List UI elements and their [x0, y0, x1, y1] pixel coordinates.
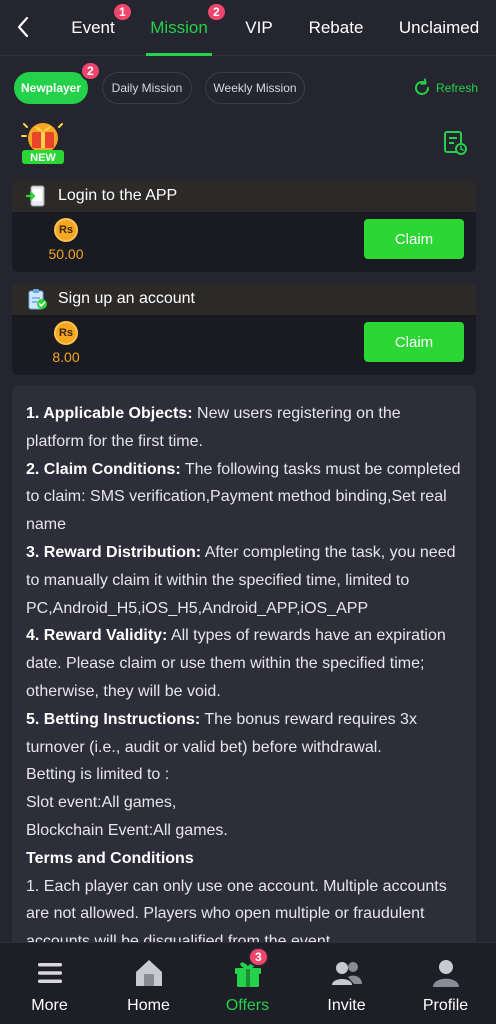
- bottom-nav: More Home Offers 3 Invite Profile: [0, 942, 496, 1024]
- betting-limit-line: Betting is limited to :: [26, 766, 170, 784]
- menu-icon: [37, 963, 62, 983]
- new-logo-text: NEW: [30, 152, 56, 164]
- notification-badge: 1: [112, 2, 133, 22]
- record-history-icon[interactable]: [442, 130, 468, 156]
- invite-icon: [331, 962, 362, 985]
- task-title: Sign up an account: [58, 290, 195, 307]
- tab-rebate[interactable]: Rebate: [304, 0, 368, 56]
- new-gift-logo-icon: NEW: [21, 123, 64, 164]
- top-nav: Event 1 Mission 2 VIP Rebate Unclaimed: [0, 0, 496, 56]
- bottom-nav-home[interactable]: Home: [99, 943, 198, 1024]
- tab-label: Rebate: [308, 18, 364, 37]
- bottom-nav-label: Home: [127, 997, 170, 1014]
- bottom-nav-invite[interactable]: Invite: [297, 943, 396, 1024]
- rule-item: 5. Betting Instructions: The bonus rewar…: [26, 706, 462, 762]
- subtab-label: Weekly Mission: [213, 81, 297, 95]
- clipboard-check-icon: [28, 289, 47, 310]
- reward-amount-block: Rs 50.00: [40, 218, 92, 262]
- tab-label: Mission: [150, 18, 208, 37]
- rule-item: 1. Applicable Objects: New users registe…: [26, 400, 462, 456]
- rule-heading: 3. Reward Distribution:: [26, 543, 202, 561]
- chevron-left-icon: [17, 16, 29, 38]
- claim-button[interactable]: Claim: [364, 322, 464, 362]
- claim-button[interactable]: Claim: [364, 219, 464, 259]
- betting-limit-line: Slot event:All games,: [26, 794, 177, 812]
- notification-badge: 3: [248, 947, 269, 967]
- tab-label: VIP: [245, 18, 273, 37]
- home-icon: [135, 960, 162, 986]
- tab-label: Unclaimed: [398, 18, 480, 37]
- phone-app-icon: [26, 185, 45, 207]
- refresh-button[interactable]: Refresh: [412, 76, 478, 100]
- rupee-coin-icon: Rs: [54, 321, 78, 345]
- reward-amount: 50.00: [48, 246, 84, 262]
- back-button[interactable]: [8, 10, 38, 44]
- reward-amount: 8.00: [52, 349, 80, 365]
- rule-item: 2. Claim Conditions: The following tasks…: [26, 456, 462, 539]
- rules-panel[interactable]: 1. Applicable Objects: New users registe…: [12, 386, 476, 986]
- subtab-daily-mission[interactable]: Daily Mission: [102, 72, 192, 104]
- task-title: Login to the APP: [58, 187, 178, 204]
- rupee-coin-icon: Rs: [54, 218, 78, 242]
- reward-amount-block: Rs 8.00: [40, 321, 92, 365]
- terms-title-text: Terms and Conditions: [26, 849, 194, 867]
- profile-icon: [432, 960, 459, 987]
- rule-heading: 4. Reward Validity:: [26, 627, 168, 645]
- notification-badge: 2: [206, 2, 227, 22]
- rule-heading: 5. Betting Instructions:: [26, 710, 201, 728]
- bottom-nav-profile[interactable]: Profile: [396, 943, 495, 1024]
- bottom-nav-label: Invite: [327, 997, 366, 1014]
- bottom-nav-more[interactable]: More: [0, 943, 99, 1024]
- refresh-label: Refresh: [436, 81, 479, 95]
- tab-mission[interactable]: Mission 2: [146, 0, 227, 56]
- rule-heading: 2. Claim Conditions:: [26, 460, 181, 478]
- betting-limit-line: Blockchain Event:All games.: [26, 821, 228, 839]
- terms-title: Terms and Conditions: [26, 845, 462, 873]
- bottom-nav-offers[interactable]: Offers 3: [198, 943, 297, 1024]
- bottom-nav-label: More: [31, 997, 68, 1014]
- subtab-label: Daily Mission: [111, 81, 183, 95]
- tab-vip[interactable]: VIP: [236, 0, 282, 56]
- task-card-signup: Sign up an account Rs 8.00 Claim: [12, 283, 476, 375]
- tab-label: Event: [71, 18, 115, 37]
- rule-heading: 1. Applicable Objects:: [26, 405, 193, 422]
- subtab-weekly-mission[interactable]: Weekly Mission: [205, 72, 305, 104]
- tab-unclaimed[interactable]: Unclaimed: [394, 0, 484, 56]
- task-card-login: Login to the APP Rs 50.00 Claim: [12, 180, 476, 272]
- rule-item: 4. Reward Validity: All types of rewards…: [26, 622, 462, 705]
- subtab-newplayer[interactable]: Newplayer: [14, 72, 88, 104]
- rule-item: 3. Reward Distribution: After completing…: [26, 539, 462, 622]
- task-card-header: Login to the APP: [12, 180, 476, 212]
- active-tab-indicator: [146, 53, 212, 56]
- refresh-icon: [415, 78, 429, 95]
- bottom-nav-label: Offers: [225, 997, 270, 1014]
- task-card-header: Sign up an account: [12, 283, 476, 315]
- bottom-nav-label: Profile: [422, 997, 469, 1014]
- tab-event[interactable]: Event 1: [58, 0, 133, 56]
- notification-badge: 2: [80, 61, 101, 81]
- subtab-label: Newplayer: [20, 81, 82, 95]
